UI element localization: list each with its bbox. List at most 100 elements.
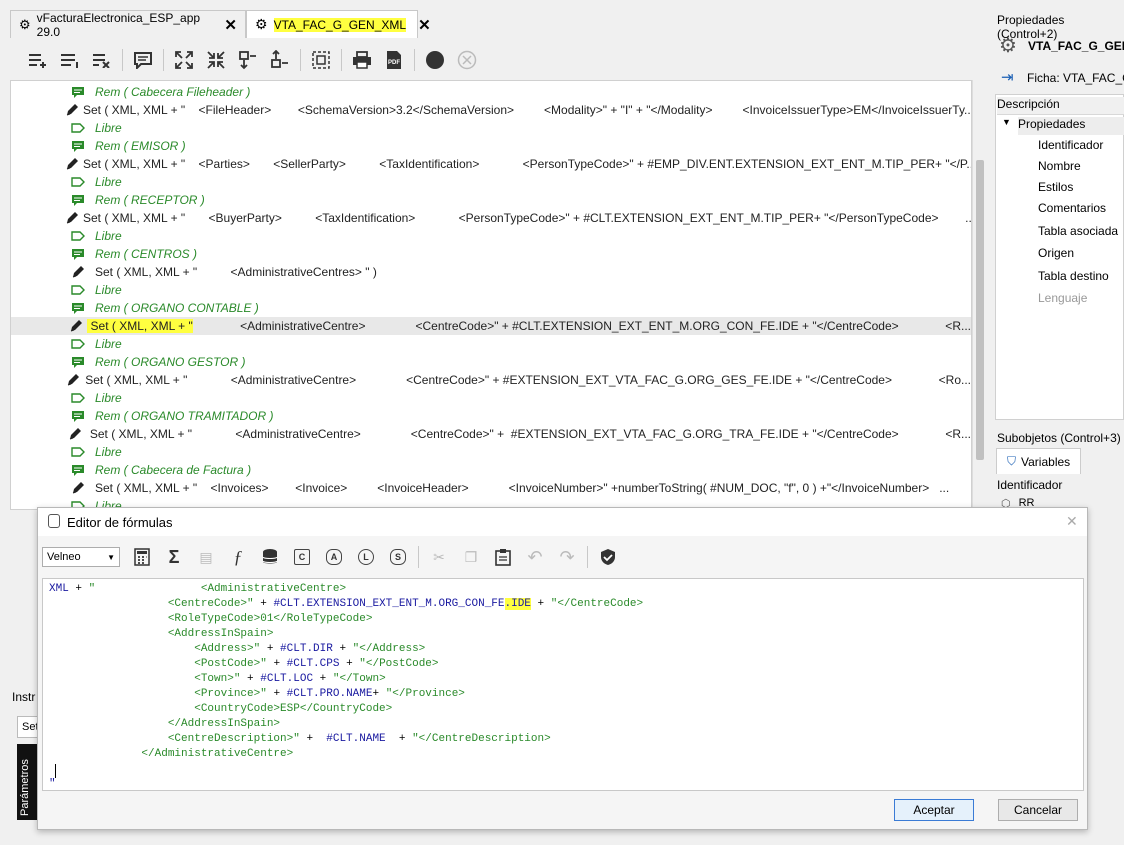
rem-line[interactable]: Rem ( ORGANO TRAMITADOR ): [11, 407, 971, 425]
formula-token: "</Address>: [352, 643, 426, 655]
breakpoint-icon[interactable]: [424, 49, 446, 71]
line-text: Rem ( EMISOR ): [95, 139, 186, 153]
rem-line[interactable]: Rem ( Cabecera Fileheader ): [11, 83, 971, 101]
verify-shield-icon[interactable]: [597, 546, 619, 568]
function-icon[interactable]: ƒ: [227, 546, 249, 568]
close-icon[interactable]: ✕: [1066, 513, 1078, 530]
formula-token: +: [332, 643, 353, 655]
ficha-link[interactable]: Ficha: VTA_FAC_G@: [1027, 71, 1124, 85]
prop-identificador[interactable]: Identificador: [1038, 138, 1103, 152]
formula-token: "</CentreDescription>: [412, 733, 551, 745]
pdf-icon[interactable]: PDF: [383, 49, 405, 71]
libre-line[interactable]: Libre: [11, 281, 971, 299]
instructions-label: Instr: [12, 690, 36, 704]
prop-tabla-destino[interactable]: Tabla destino: [1038, 269, 1109, 283]
libre-line[interactable]: Libre: [11, 119, 971, 137]
tab-app[interactable]: ⚙ vFacturaElectronica_ESP_app 29.0 ✕: [10, 10, 246, 39]
delete-line-icon[interactable]: [91, 49, 113, 71]
formula-token: "</CentreCode>: [550, 598, 644, 610]
a-circle-icon[interactable]: A: [323, 546, 345, 568]
prop-lenguaje[interactable]: Lenguaje: [1038, 291, 1087, 305]
formula-token: "</Town>: [332, 673, 386, 685]
constant-icon[interactable]: C: [291, 546, 313, 568]
redo-icon[interactable]: ↷: [556, 546, 578, 568]
calculator-icon[interactable]: [131, 546, 153, 568]
set-line[interactable]: Set ( XML, XML + " <AdministrativeCentre…: [11, 263, 971, 281]
libre-line[interactable]: Libre: [11, 335, 971, 353]
cut-icon[interactable]: ✂: [428, 546, 450, 568]
sum-icon[interactable]: Σ: [163, 546, 185, 568]
move-down-icon[interactable]: [237, 49, 259, 71]
formula-token: "</Province>: [385, 688, 465, 700]
paste-icon[interactable]: [492, 546, 514, 568]
gear-outline-icon: ⚙: [19, 16, 31, 32]
accept-button[interactable]: Aceptar: [894, 799, 974, 821]
process-code-editor[interactable]: Rem ( Cabecera Fileheader ) Set ( XML, XM…: [10, 80, 972, 510]
formula-token: +: [260, 643, 281, 655]
print-icon[interactable]: [351, 49, 373, 71]
pencil-icon: [65, 265, 91, 279]
set-line[interactable]: Set ( XML, XML + " <Parties> <SellerPart…: [11, 155, 971, 173]
pencil-icon: [65, 319, 87, 333]
tab-variables[interactable]: ⛉ Variables: [996, 448, 1081, 474]
prop-estilos[interactable]: Estilos: [1038, 180, 1073, 194]
insert-line-icon[interactable]: [27, 49, 49, 71]
move-up-icon[interactable]: [269, 49, 291, 71]
tag-icon: [65, 392, 91, 404]
formula-text-area[interactable]: XML + " <AdministrativeCentre> <CentreCo…: [42, 578, 1084, 791]
set-line[interactable]: Set ( XML, XML + " <AdministrativeCentre…: [11, 371, 971, 389]
line-text: Set ( XML, XML + ": [86, 319, 193, 333]
select-frame-icon[interactable]: [310, 49, 332, 71]
instruction-combo[interactable]: Set: [17, 716, 39, 738]
language-select[interactable]: Velneo ▼: [42, 547, 120, 567]
collapse-icon[interactable]: [205, 49, 227, 71]
s-circle-icon[interactable]: S: [387, 546, 409, 568]
line-text: Set ( XML, XML + " <AdministrativeCentre…: [85, 373, 971, 387]
rem-line[interactable]: Rem ( ORGANO CONTABLE ): [11, 299, 971, 317]
tab-label: vFacturaElectronica_ESP_app 29.0: [36, 10, 201, 39]
libre-line[interactable]: Libre: [11, 173, 971, 191]
set-line[interactable]: Set ( XML, XML + " <AdministrativeCentre…: [11, 425, 971, 443]
copy-icon[interactable]: ❐: [460, 546, 482, 568]
vertical-scrollbar[interactable]: [972, 80, 986, 510]
cancel-button[interactable]: Cancelar: [998, 799, 1078, 821]
libre-line[interactable]: Libre: [11, 443, 971, 461]
prop-origen[interactable]: Origen: [1038, 246, 1074, 260]
formula-token: <Address>": [49, 643, 261, 655]
rem-line[interactable]: Rem ( ORGANO GESTOR ): [11, 353, 971, 371]
formula-token: #CLT.LOC: [260, 673, 314, 685]
document-icon[interactable]: ▤: [195, 546, 217, 568]
undo-icon[interactable]: ↶: [524, 546, 546, 568]
comment-icon[interactable]: [132, 49, 154, 71]
libre-line[interactable]: Libre: [11, 227, 971, 245]
set-line[interactable]: Set ( XML, XML + " <AdministrativeCentre…: [11, 317, 971, 335]
formula-line: <CentreDescription>" + #CLT.NAME + "</Ce…: [49, 733, 551, 748]
prop-nombre[interactable]: Nombre: [1038, 159, 1081, 173]
set-line[interactable]: Set ( XML, XML + " <FileHeader> <SchemaV…: [11, 101, 971, 119]
formula-token: XML: [49, 583, 69, 595]
tab-process[interactable]: ⚙ VTA_FAC_G_GEN_XML ✕: [246, 10, 431, 38]
prop-comentarios[interactable]: Comentarios: [1038, 201, 1106, 215]
prop-tabla-asociada[interactable]: Tabla asociada: [1038, 224, 1118, 238]
pencil-icon: [65, 157, 79, 171]
close-icon[interactable]: ✕: [224, 16, 237, 34]
set-line[interactable]: Set ( XML, XML + " <BuyerParty> <TaxIden…: [11, 209, 971, 227]
line-text: Libre: [95, 229, 122, 243]
clear-breakpoint-icon[interactable]: [456, 49, 478, 71]
expand-icon[interactable]: [173, 49, 195, 71]
set-line[interactable]: Set ( XML, XML + " <Invoices> <Invoice> …: [11, 479, 971, 497]
main-toolbar: PDF: [22, 45, 483, 75]
rem-line[interactable]: Rem ( EMISOR ): [11, 137, 971, 155]
rem-line[interactable]: Rem ( RECEPTOR ): [11, 191, 971, 209]
chevron-down-icon[interactable]: ▼: [1002, 117, 1011, 127]
formula-token: #CLT.NAME: [326, 733, 386, 745]
formula-token: <AddressInSpain>: [49, 628, 274, 640]
rem-line[interactable]: Rem ( CENTROS ): [11, 245, 971, 263]
properties-group[interactable]: Propiedades: [1018, 117, 1124, 135]
libre-line[interactable]: Libre: [11, 389, 971, 407]
close-icon[interactable]: ✕: [418, 16, 431, 34]
database-icon[interactable]: [259, 546, 281, 568]
insert-sub-line-icon[interactable]: [59, 49, 81, 71]
l-circle-icon[interactable]: L: [355, 546, 377, 568]
rem-line[interactable]: Rem ( Cabecera de Factura ): [11, 461, 971, 479]
